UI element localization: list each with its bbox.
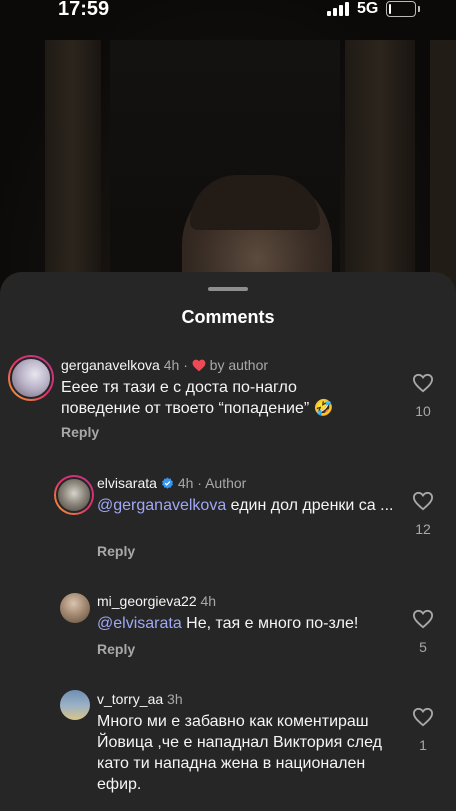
comment-time: 3h bbox=[167, 691, 183, 707]
·: · bbox=[183, 357, 188, 373]
comments-sheet: Comments gerganavelkova 4h · by author Е… bbox=[0, 272, 456, 811]
sheet-grabber[interactable] bbox=[208, 287, 248, 291]
comment-text: @gerganavelkova един дол дренки са ... bbox=[97, 495, 397, 516]
comment-text: Еееe тя тази е с доста по-нагло поведени… bbox=[61, 379, 334, 417]
comment-username[interactable]: elvisarata bbox=[97, 475, 157, 491]
avatar[interactable] bbox=[54, 475, 94, 515]
comment-text-content: Не, тая е много по-зле! bbox=[181, 615, 359, 632]
like-count: 5 bbox=[419, 639, 427, 655]
comment-time: 4h bbox=[200, 593, 217, 609]
status-bar: 17:59 5G bbox=[0, 0, 456, 40]
author-tag: Author bbox=[205, 475, 247, 491]
like-count: 10 bbox=[415, 403, 431, 419]
curtain bbox=[345, 40, 415, 300]
comment-username[interactable]: v_torry_aa bbox=[97, 691, 163, 707]
liked-by-author-label: by author bbox=[209, 357, 269, 373]
battery-icon bbox=[386, 1, 420, 17]
sheet-title: Comments bbox=[181, 307, 275, 327]
comment-text: Много ми е забавно как коментираш Йовица… bbox=[97, 713, 382, 793]
reply-button[interactable]: Reply bbox=[97, 543, 135, 559]
curtain bbox=[45, 40, 101, 300]
mention-link[interactable]: @elvisarata bbox=[97, 615, 182, 632]
signal-icon bbox=[327, 2, 351, 16]
reply-button[interactable]: Reply bbox=[61, 424, 99, 440]
comment-meta: v_torry_aa 3h bbox=[97, 691, 183, 707]
network-type: 5G bbox=[357, 0, 379, 17]
comment-text-content: един дол дренки са ... bbox=[226, 497, 394, 514]
comment-username[interactable]: gerganavelkova bbox=[61, 357, 160, 373]
·: · bbox=[197, 475, 202, 491]
heart-outline-icon[interactable] bbox=[412, 373, 434, 393]
avatar[interactable] bbox=[8, 355, 54, 401]
video-background bbox=[0, 0, 456, 300]
heart-outline-icon[interactable] bbox=[412, 491, 434, 511]
comment-username[interactable]: mi_georgieva22 bbox=[97, 593, 197, 609]
avatar[interactable] bbox=[60, 690, 90, 720]
verified-badge-icon bbox=[162, 477, 173, 489]
person-hair bbox=[190, 175, 320, 230]
comment-text: @elvisarata Не, тая е много по-зле! bbox=[97, 613, 397, 634]
mention-link[interactable]: @gerganavelkova bbox=[97, 497, 226, 514]
like-count: 12 bbox=[415, 521, 431, 537]
comment-meta: gerganavelkova 4h · by author bbox=[61, 357, 268, 373]
curtain bbox=[430, 40, 456, 300]
avatar[interactable] bbox=[60, 593, 90, 623]
reply-button[interactable]: Reply bbox=[97, 641, 135, 657]
status-time: 17:59 bbox=[58, 0, 110, 20]
comment-meta: elvisarata 4h · Author bbox=[97, 475, 246, 491]
heart-outline-icon[interactable] bbox=[412, 707, 434, 727]
comment-time: 4h bbox=[177, 475, 194, 491]
comment-meta: mi_georgieva22 4h bbox=[97, 593, 216, 609]
comment-time: 4h bbox=[163, 357, 180, 373]
like-count: 1 bbox=[419, 737, 427, 753]
heart-outline-icon[interactable] bbox=[412, 609, 434, 629]
heart-filled-icon bbox=[192, 359, 206, 372]
